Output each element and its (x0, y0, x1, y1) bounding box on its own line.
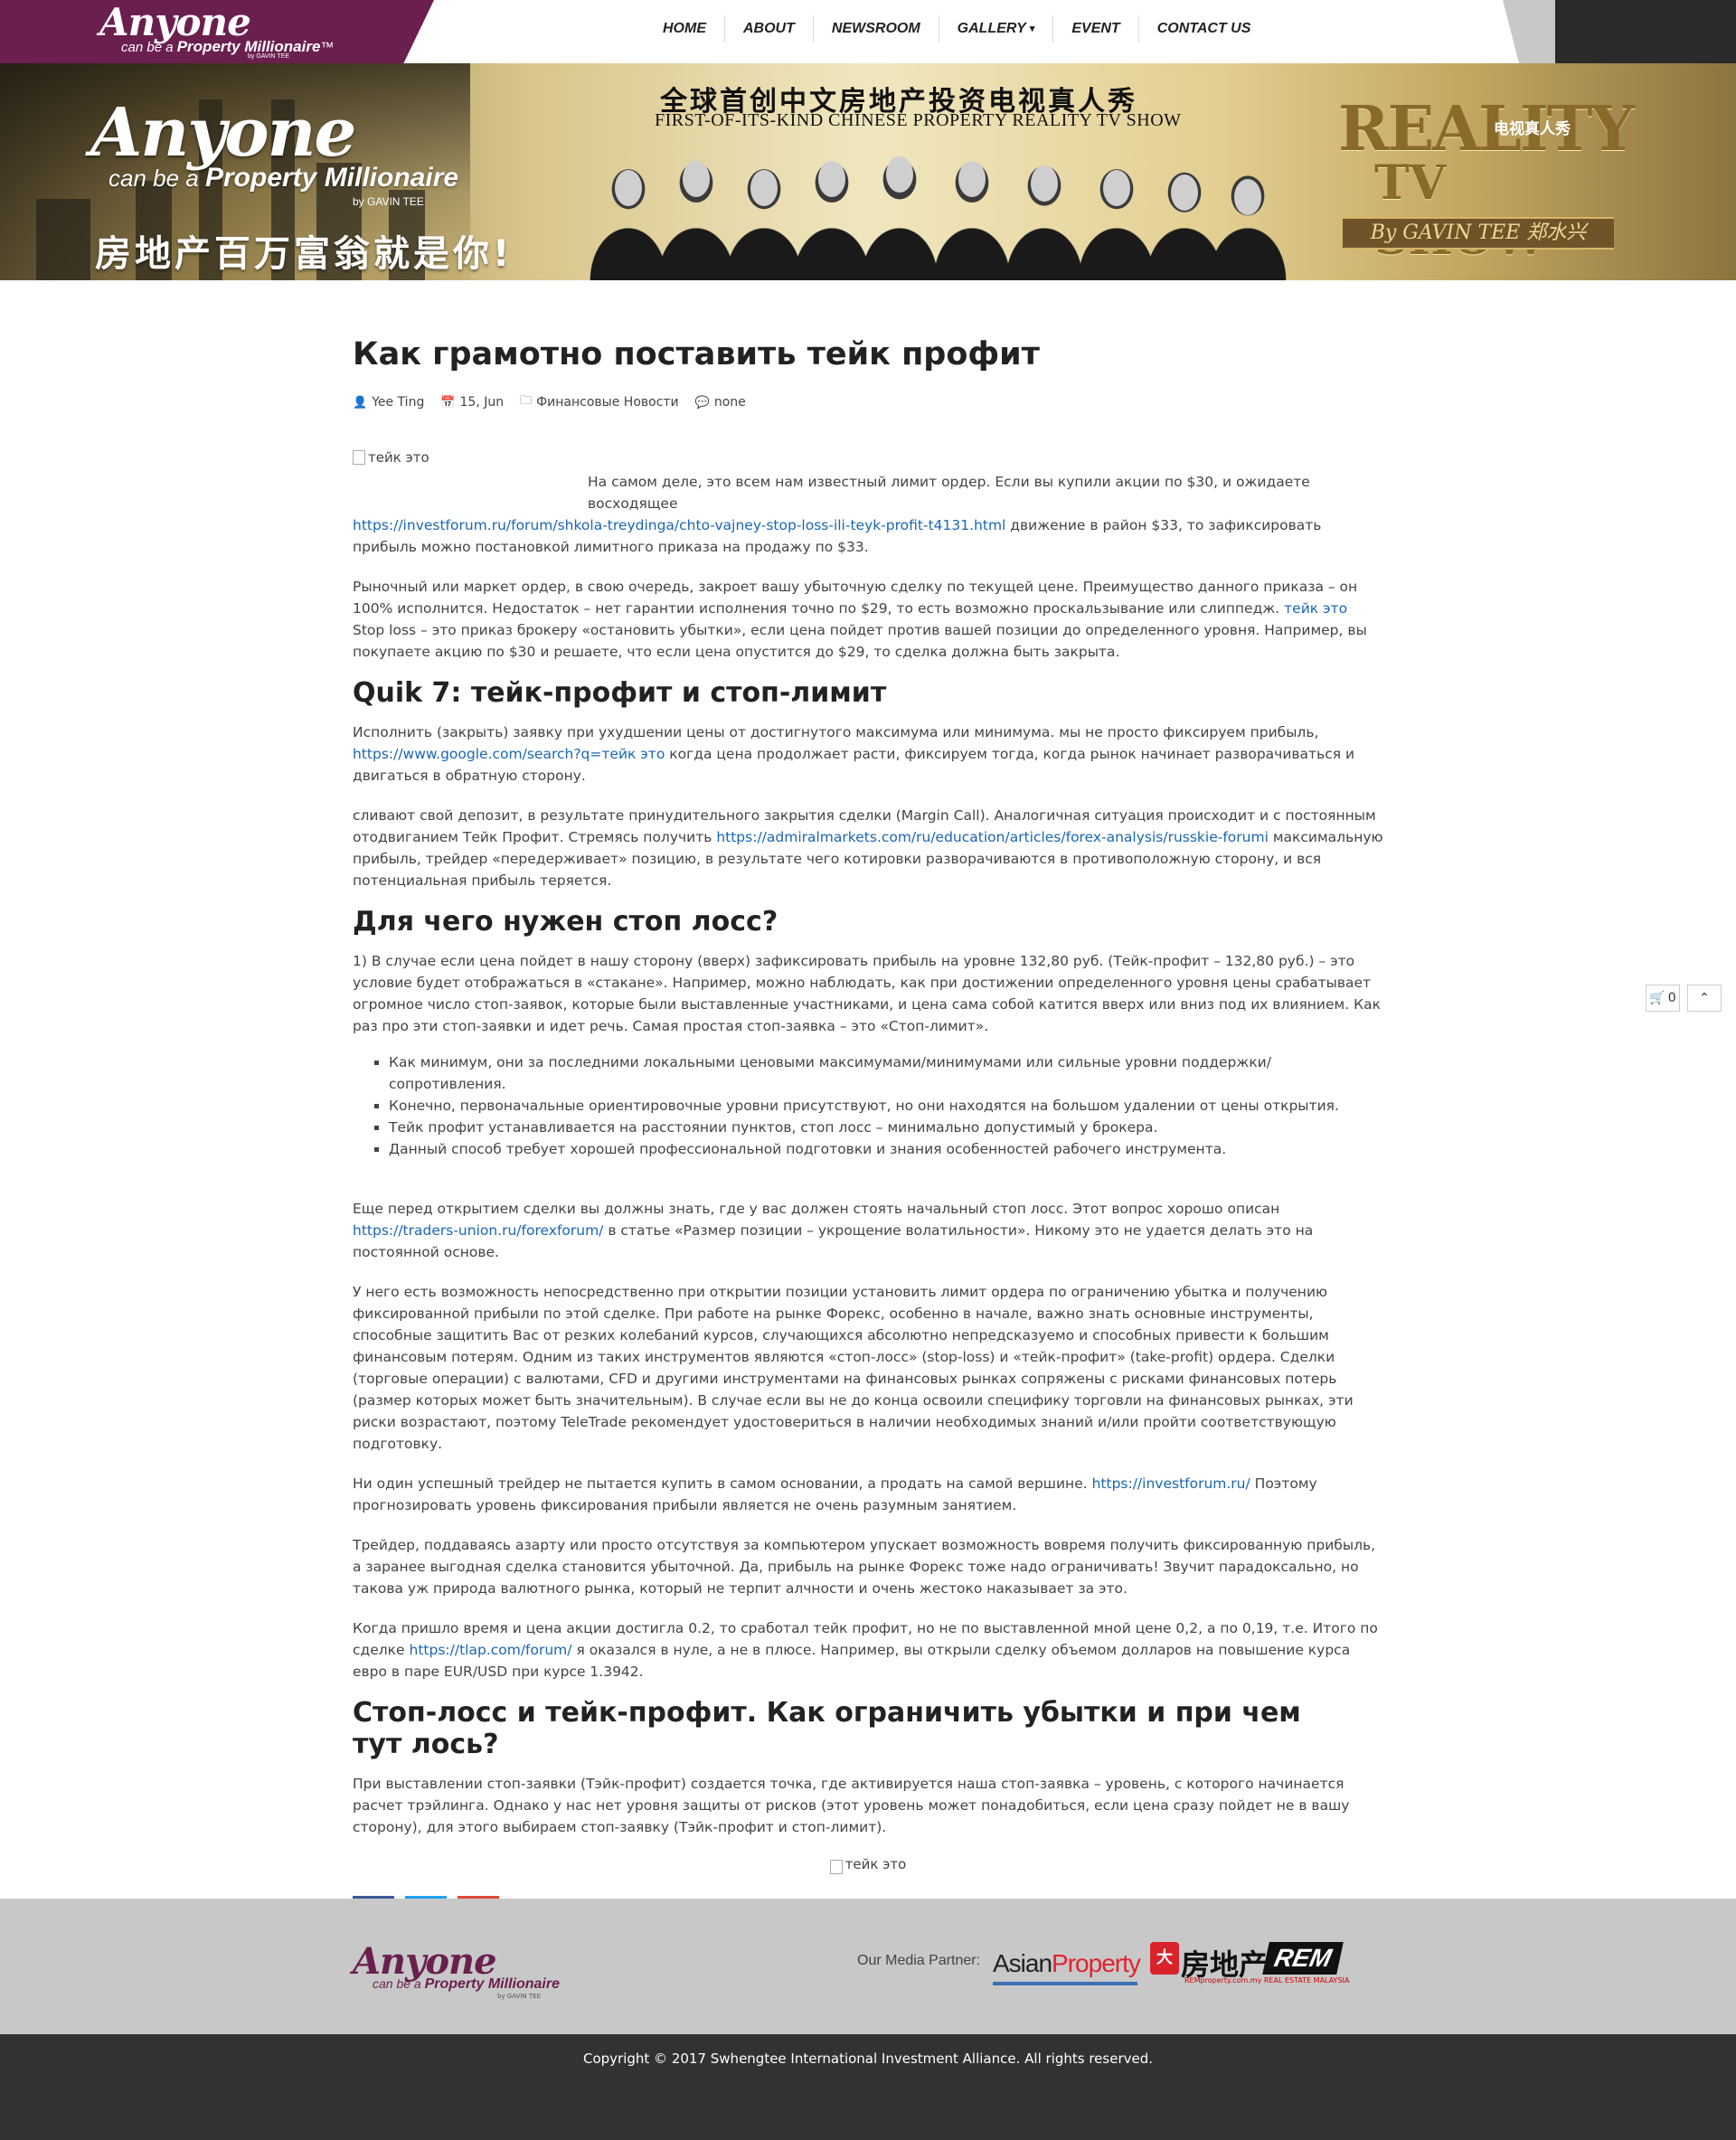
meta-date: 📅 15, Jun (440, 395, 505, 410)
banner-en-title: FIRST-OF-ITS-KIND CHINESE PROPERTY REALI… (655, 110, 1182, 130)
paragraph-10: Когда пришло время и цена акции достигла… (353, 1620, 1378, 1680)
paragraph-9: Трейдер, поддаваясь азарту или просто от… (353, 1537, 1376, 1597)
bullet-list: Как минимум, они за последними локальным… (389, 1051, 1383, 1160)
banner-logo-main: Anyone (90, 94, 356, 172)
heading-moose: Стоп-лосс и тейк-профит. Как ограничить … (353, 1697, 1301, 1760)
paragraph-7: У него есть возможность непосредственно … (353, 1284, 1354, 1452)
heading-quik: Quik 7: тейк-профит и стоп-лимит (353, 677, 887, 709)
top-navbar: Anyone can be a Property Millionaire™ by… (0, 0, 1736, 63)
paragraph-6: Еще перед открытием сделки вы должны зна… (353, 1201, 1314, 1260)
link-admiralmarkets[interactable]: https://admiralmarkets.com/ru/education/… (716, 829, 1269, 845)
meta-author[interactable]: 👤 Yee Ting (353, 395, 424, 410)
rem-subtitle: REMproperty.com.my REAL ESTATE MALAYSIA (1184, 1976, 1350, 1984)
site-logo[interactable]: Anyone can be a Property Millionaire™ by… (0, 0, 434, 63)
paragraph-5: 1) В случае если цена пойдет в нашу стор… (353, 953, 1381, 1034)
chevron-down-icon: ▾ (1029, 24, 1035, 34)
paragraph-8: Ни один успешный трейдер не пытается куп… (353, 1475, 1317, 1513)
logo-sub-text: can be a Property Millionaire™ (121, 38, 335, 55)
list-item: Как минимум, они за последними локальным… (389, 1051, 1383, 1095)
banner-logo-sub: can be a Property Millionaire (108, 163, 459, 193)
banner-cn-tagline: 房地产百万富翁就是你! (95, 233, 514, 275)
article-meta: 👤 Yee Ting 📅 15, Jun 🗀 Финансовые Новости 💬… (353, 392, 1383, 412)
main-nav: HOME ABOUT NEWSROOM GALLERY ▾ EVENT CONTA… (645, 0, 1269, 58)
copyright-bar: Copyright © 2017 Swhengtee International… (0, 2034, 1736, 2140)
paragraph-11: При выставлении стоп-заявки (Тэйк-профит… (353, 1776, 1350, 1835)
nav-decor-block (1555, 0, 1736, 63)
rem-logo[interactable]: REM (1262, 1942, 1344, 1975)
footer: Anyone can be a Property Millionaire by … (0, 1899, 1736, 2034)
list-item: Данный способ требует хорошей профессион… (389, 1138, 1383, 1160)
folder-icon: 🗀 (520, 394, 533, 408)
user-icon: 👤 (353, 395, 368, 410)
rem-emblem-icon: 大 (1150, 1942, 1179, 1975)
link-investforum-article[interactable]: https://investforum.ru/forum/shkola-trey… (353, 517, 1005, 533)
article: Как грамотно поставить тейк профит 👤 Yee … (353, 335, 1383, 1937)
comments-icon: 💬 (694, 395, 710, 410)
cart-count: 0 (1667, 991, 1676, 1005)
link-investforum[interactable]: https://investforum.ru/ (1092, 1475, 1250, 1492)
link-traders-union[interactable]: https://traders-union.ru/forexforum/ (353, 1222, 603, 1239)
logo-by-text: by GAVIN TEE (248, 53, 290, 60)
nav-about[interactable]: ABOUT (725, 15, 814, 42)
list-item: Тейк профит устанавливается на расстояни… (389, 1117, 1383, 1138)
cart-button[interactable]: 🛒 0 (1646, 985, 1680, 1012)
nav-contact-us[interactable]: CONTACT US (1139, 15, 1269, 42)
nav-home[interactable]: HOME (645, 15, 725, 42)
list-item: Конечно, первоначальные ориентировочные … (389, 1095, 1383, 1117)
nav-decor-slant (1503, 0, 1557, 63)
link-google-search[interactable]: https://www.google.com/search?q=тейк это (353, 746, 665, 762)
paragraph-1: тейк это На самом деле, это всем нам изв… (353, 447, 1383, 558)
image-2-wrap: тейк это (353, 1856, 1383, 1878)
paragraph-3: Исполнить (закрыть) заявку при ухудшении… (353, 724, 1355, 784)
banner-logo-by: by GAVIN TEE (353, 195, 424, 208)
meta-category[interactable]: 🗀 Финансовые Новости (520, 392, 679, 412)
paragraph-4: сливают свой депозит, в результате прину… (353, 807, 1383, 889)
broken-image: тейк это (829, 1856, 906, 1874)
article-title: Как грамотно поставить тейк профит (353, 336, 1040, 372)
link-tlap[interactable]: https://tlap.com/forum/ (410, 1642, 572, 1658)
asianproperty-logo[interactable]: AsianProperty (993, 1949, 1141, 1978)
reality-tv-show-logo: REALITY 电视真人秀 TV SHOW By GAVIN TEE 郑水兴 (1338, 99, 1635, 266)
heading-stop-loss: Для чего нужен стоп лосс? (353, 906, 778, 938)
paragraph-2: Рыночный или маркет ордер, в свою очеред… (353, 579, 1367, 660)
cart-icon: 🛒 (1649, 991, 1665, 1005)
scroll-to-top-button[interactable]: ⌃ (1687, 985, 1722, 1012)
cast-photo (588, 140, 1288, 280)
asianproperty-underline (993, 1982, 1137, 1985)
copyright-text: Copyright © 2017 Swhengtee International… (583, 2050, 1153, 2067)
link-take-profit[interactable]: тейк это (1284, 600, 1347, 617)
nav-event[interactable]: EVENT (1053, 15, 1139, 42)
meta-comments[interactable]: 💬 none (695, 395, 746, 410)
calendar-icon: 📅 (440, 395, 456, 410)
logo-main-text: Anyone (99, 0, 251, 44)
media-partner-label: Our Media Partner: (857, 1953, 981, 1968)
footer-logo[interactable]: Anyone can be a Property Millionaire by … (353, 1944, 570, 2001)
chevron-up-icon: ⌃ (1699, 991, 1710, 1005)
nav-gallery[interactable]: GALLERY ▾ (939, 15, 1054, 42)
broken-image: тейк это (353, 447, 429, 468)
nav-newsroom[interactable]: NEWSROOM (814, 15, 939, 42)
hero-banner: Anyone can be a Property Millionaire by … (0, 63, 1736, 280)
